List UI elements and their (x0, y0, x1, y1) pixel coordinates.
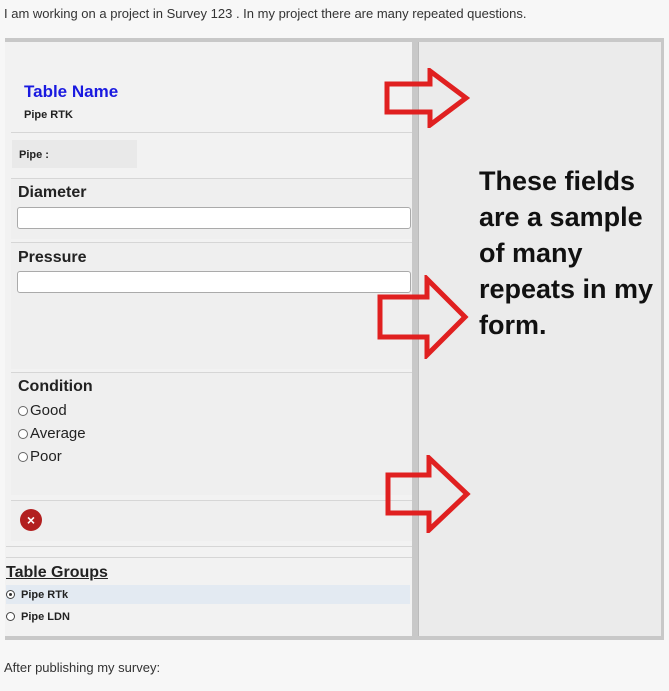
intro-text: I am working on a project in Survey 123 … (4, 6, 527, 21)
close-icon: × (26, 512, 36, 528)
condition-option-poor[interactable]: Poor (18, 448, 62, 465)
condition-option-average[interactable]: Average (18, 425, 86, 442)
pipe-label: Pipe : (19, 149, 49, 161)
arrow-right-icon (377, 275, 469, 359)
arrow-right-icon (384, 68, 470, 128)
annotation-text: These fields are a sample of many repeat… (479, 166, 654, 340)
condition-label: Condition (18, 378, 93, 395)
group-label: Pipe LDN (21, 610, 70, 623)
radio-button[interactable] (18, 405, 28, 416)
diameter-input[interactable] (17, 207, 411, 229)
radio-button[interactable] (18, 428, 28, 439)
delete-repeat-button[interactable]: × (20, 509, 42, 531)
divider (6, 546, 412, 547)
divider (6, 557, 412, 558)
divider (11, 132, 412, 133)
radio-label: Poor (30, 448, 62, 465)
radio-label: Average (30, 425, 86, 442)
group-item-pipe-ldn[interactable]: Pipe LDN (6, 607, 410, 626)
radio-button[interactable] (18, 451, 28, 462)
table-name-title: Table Name (24, 82, 119, 101)
pressure-label: Pressure (18, 249, 87, 266)
radio-label: Good (30, 402, 67, 419)
table-groups-title: Table Groups (6, 564, 108, 581)
arrow-right-icon (385, 455, 471, 533)
outro-text: After publishing my survey: (4, 660, 161, 675)
table-name-value: Pipe RTK (24, 109, 73, 121)
condition-option-good[interactable]: Good (18, 402, 67, 419)
group-item-pipe-rtk[interactable]: Pipe RTk (6, 585, 410, 604)
radio-button-selected[interactable] (6, 590, 15, 599)
diameter-label: Diameter (18, 184, 87, 201)
group-label: Pipe RTk (21, 588, 69, 601)
radio-button[interactable] (6, 612, 15, 621)
delete-section (11, 500, 412, 541)
pressure-input[interactable] (17, 271, 411, 293)
